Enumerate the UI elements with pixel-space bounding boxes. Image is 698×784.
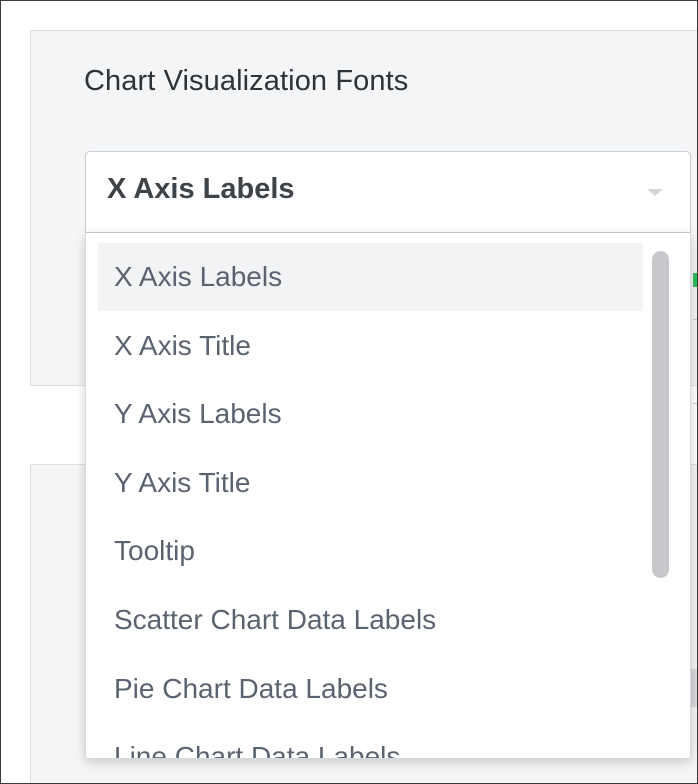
dropdown-option[interactable]: Pie Chart Data Labels [98,655,643,723]
dropdown-option[interactable]: Line Chart Data Labels [98,723,643,758]
background-divider [693,319,697,320]
select-current-value: X Axis Labels [107,173,295,205]
dropdown-scrollbar-thumb[interactable] [652,251,669,578]
dropdown-option[interactable]: Y Axis Title [98,449,643,517]
font-target-dropdown-menu: X Axis Labels X Axis Title Y Axis Labels Y … [85,233,691,759]
dropdown-option[interactable]: X Axis Title [98,312,643,380]
dropdown-option[interactable]: Y Axis Labels [98,380,643,448]
dropdown-option[interactable]: Scatter Chart Data Labels [98,586,643,654]
dropdown-option[interactable]: X Axis Labels [98,243,643,311]
background-control [691,669,697,707]
section-title: Chart Visualization Fonts [84,65,409,97]
background-color-swatch [693,273,697,287]
dropdown-option[interactable]: Tooltip [98,517,643,585]
background-divider [693,403,697,404]
app-frame: Chart Visualization Fonts X Axis Labels … [0,0,698,784]
font-target-select[interactable]: X Axis Labels [85,151,691,233]
chevron-down-icon[interactable] [647,189,663,196]
